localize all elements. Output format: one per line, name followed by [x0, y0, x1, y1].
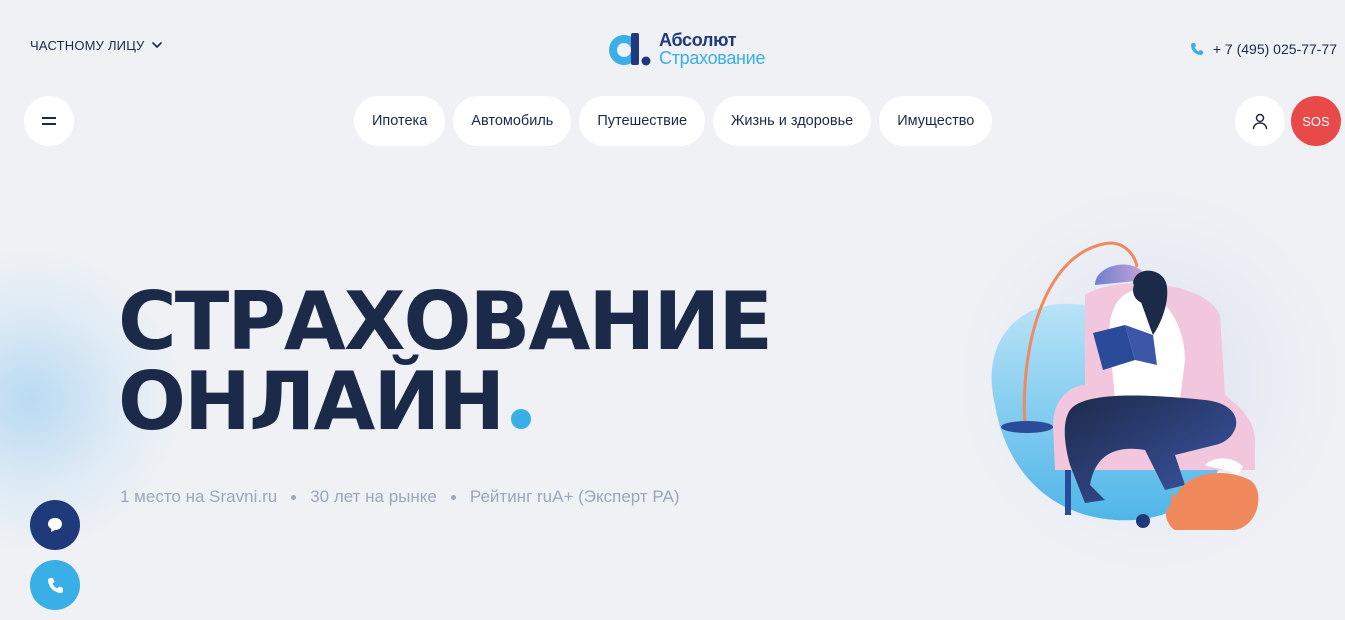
chat-icon — [48, 518, 62, 532]
hero-illustration — [991, 241, 1259, 530]
logo-text: Абсолют Страхование — [659, 31, 765, 67]
phone-icon — [1190, 43, 1203, 55]
account-button[interactable] — [1235, 96, 1285, 146]
fact-separator — [450, 494, 456, 500]
user-icon — [1252, 113, 1268, 130]
logo-line1: Абсолют — [659, 30, 737, 50]
accent-dot — [511, 409, 532, 429]
client-type-label: ЧАСТНОМУ ЛИЦУ — [30, 38, 145, 53]
sos-button[interactable]: SOS — [1291, 96, 1341, 146]
product-nav: Ипотека Автомобиль Путешествие Жизнь и з… — [354, 96, 993, 146]
client-type-dropdown[interactable]: ЧАСТНОМУ ЛИЦУ — [30, 38, 162, 53]
fact-separator — [291, 494, 297, 500]
logo[interactable]: Абсолют Страхование — [607, 29, 765, 69]
menu-icon — [42, 117, 56, 125]
nav-item-property[interactable]: Имущество — [879, 96, 993, 146]
hero-title-line2-wrap: ОНЛАЙН — [118, 362, 771, 442]
phone-icon — [48, 578, 63, 593]
nav-item-car[interactable]: Автомобиль — [453, 96, 572, 146]
phone-number: + 7 (495) 025-77-77 — [1212, 41, 1337, 57]
hero-title-line2: ОНЛАЙН — [118, 355, 505, 448]
page: ЧАСТНОМУ ЛИЦУ Абсолют Страхование + 7 (4… — [0, 0, 1345, 620]
logo-mark-icon — [609, 33, 651, 66]
menu-button[interactable] — [24, 96, 74, 146]
fact-rating: Рейтинг ruA+ (Эксперт РА) — [469, 487, 680, 506]
call-button[interactable] — [30, 560, 80, 610]
nav-item-mortgage[interactable]: Ипотека — [354, 96, 446, 146]
nav-item-life-health[interactable]: Жизнь и здоровье — [713, 96, 872, 146]
phone-link[interactable]: + 7 (495) 025-77-77 — [1190, 41, 1337, 57]
fact-years: 30 лет на рынке — [310, 487, 437, 506]
hero-title: СТРАХОВАНИЕ ОНЛАЙН — [118, 275, 773, 442]
hero-facts: 1 место на Sravni.ru 30 лет на рынке Рей… — [120, 487, 680, 507]
chat-button[interactable] — [30, 500, 80, 550]
hero-title-line1: СТРАХОВАНИЕ — [118, 275, 773, 368]
chevron-down-icon — [151, 42, 162, 48]
fact-ranking: 1 место на Sravni.ru — [120, 487, 278, 506]
nav-item-travel[interactable]: Путешествие — [579, 96, 706, 146]
logo-line2: Страхование — [659, 48, 766, 68]
